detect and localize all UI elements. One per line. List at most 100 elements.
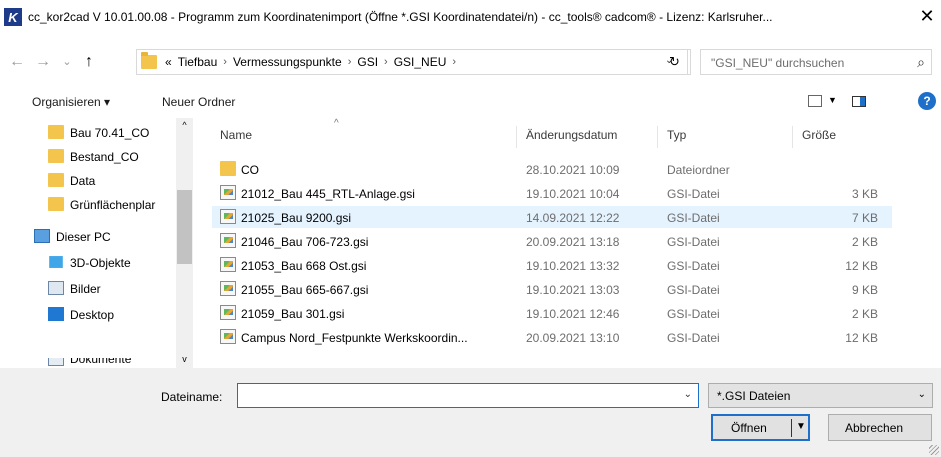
file-type: Dateiordner [667,163,730,177]
sidebar-item-dieser-pc[interactable]: Dieser PC [0,226,176,248]
documents-icon [48,358,64,366]
sidebar-item-gruenflaechenplan[interactable]: Grünflächenplar [0,194,176,216]
search-box[interactable]: "GSI_NEU" durchsuchen ⌕ [700,49,932,75]
open-options-arrow-icon[interactable]: ▼ [796,421,806,432]
column-divider[interactable] [516,126,517,148]
filetype-select[interactable]: *.GSI Dateien ⌄ [708,383,933,408]
preview-pane-icon[interactable] [852,96,866,107]
file-row-selected[interactable]: 21025_Bau 9200.gsi 14.09.2021 12:22 GSI-… [212,206,892,228]
file-type: GSI-Datei [667,187,720,201]
chevron-right-icon[interactable]: › [348,56,352,68]
app-icon: K [4,8,22,26]
filetype-value: *.GSI Dateien [717,389,791,403]
organize-button[interactable]: Organisieren ▾ [32,95,110,109]
file-date: 28.10.2021 10:09 [526,163,620,177]
cancel-button[interactable]: Abbrechen [828,414,932,441]
chevron-down-icon[interactable]: ▼ [828,95,837,105]
sidebar-item-label: Desktop [70,308,115,322]
file-date: 14.09.2021 12:22 [526,211,620,225]
filename-label: Dateiname: [161,390,223,404]
refresh-icon[interactable]: ↻ [662,49,688,75]
file-row[interactable]: 21012_Bau 445_RTL-Anlage.gsi 19.10.2021 … [212,182,892,204]
chevron-right-icon[interactable]: › [452,56,456,68]
scrollbar-thumb[interactable] [177,190,192,264]
forward-arrow-icon[interactable]: → [34,52,52,72]
filename-input[interactable]: ⌄ [237,383,699,408]
column-header-date[interactable]: Änderungsdatum [526,128,617,142]
navigation-pane: Bau 70.41_CO Bestand_CO Data Grünflächen… [0,118,192,368]
sidebar-item-desktop[interactable]: Desktop [0,304,176,326]
sort-ascending-icon: ^ [334,118,339,129]
sidebar-item-dokumente[interactable]: Dokumente [0,358,176,368]
file-row-co[interactable]: CO 28.10.2021 10:09 Dateiordner [212,158,892,180]
file-date: 20.09.2021 13:10 [526,331,620,345]
file-size: 2 KB [851,235,878,249]
file-name: 21046_Bau 706-723.gsi [241,235,369,249]
gsi-file-icon [220,233,236,248]
file-date: 19.10.2021 10:04 [526,187,620,201]
view-options-icon[interactable] [808,95,822,107]
breadcrumb-gsi[interactable]: GSI [357,55,378,69]
title-bar: K cc_kor2cad V 10.01.00.08 - Programm zu… [0,0,941,34]
sidebar-item-3d-objekte[interactable]: 3D-Objekte [0,252,176,274]
cube-icon [49,256,63,268]
chevron-down-icon[interactable]: ⌄ [918,389,926,400]
pictures-icon [48,281,64,295]
gsi-file-icon [220,329,236,344]
folder-icon [141,52,157,69]
file-size: 2 KB [851,307,878,321]
navigation-pane-scrollbar[interactable]: ^ v [176,118,193,368]
chevron-right-icon[interactable]: › [384,56,388,68]
file-size: 3 KB [851,187,878,201]
sidebar-item-label: 3D-Objekte [70,256,131,270]
column-header-size[interactable]: Größe [802,128,836,142]
sidebar-item-bau-70-41-co[interactable]: Bau 70.41_CO [0,122,176,144]
sidebar-item-label: Bilder [70,282,101,296]
new-folder-button[interactable]: Neuer Ordner [162,95,235,109]
file-name: 21025_Bau 9200.gsi [241,211,352,225]
pc-icon [34,229,50,243]
search-input[interactable]: "GSI_NEU" durchsuchen [711,56,844,70]
command-bar: Organisieren ▾ Neuer Ordner ▼ ? [0,88,941,118]
recent-locations-chevron-icon[interactable]: ⌄ [58,52,76,72]
help-icon[interactable]: ? [918,92,936,110]
file-name: CO [241,163,259,177]
file-name: 21053_Bau 668 Ost.gsi [241,259,367,273]
resize-grip-icon[interactable] [929,445,939,455]
sidebar-item-bestand-co[interactable]: Bestand_CO [0,146,176,168]
file-row[interactable]: Campus Nord_Festpunkte Werkskoordin... 2… [212,326,892,348]
breadcrumb: « Tiefbau › Vermessungspunkte › GSI › GS… [165,55,456,69]
gsi-file-icon [220,281,236,296]
file-name: Campus Nord_Festpunkte Werkskoordin... [241,331,468,345]
file-row[interactable]: 21046_Bau 706-723.gsi 20.09.2021 13:18 G… [212,230,892,252]
sidebar-item-label: Data [70,174,96,188]
file-type: GSI-Datei [667,259,720,273]
up-arrow-icon[interactable]: ↑ [80,52,98,72]
breadcrumb-gsi-neu[interactable]: GSI_NEU [394,55,447,69]
column-header-name[interactable]: Name [220,128,252,142]
sidebar-item-data[interactable]: Data [0,170,176,192]
search-icon[interactable]: ⌕ [917,54,925,71]
open-button[interactable]: Öffnen ▼ [711,414,810,441]
folder-icon [48,149,64,163]
chevron-down-icon[interactable]: v [176,354,193,364]
file-row[interactable]: 21059_Bau 301.gsi 19.10.2021 12:46 GSI-D… [212,302,892,324]
column-divider[interactable] [657,126,658,148]
column-divider[interactable] [792,126,793,148]
chevron-down-icon[interactable]: ⌄ [684,389,692,400]
breadcrumb-overflow[interactable]: « [165,55,172,69]
file-date: 19.10.2021 13:32 [526,259,620,273]
column-header-type[interactable]: Typ [667,128,686,142]
breadcrumb-vermessungspunkte[interactable]: Vermessungspunkte [233,55,342,69]
breadcrumb-tiefbau[interactable]: Tiefbau [178,55,218,69]
file-row[interactable]: 21053_Bau 668 Ost.gsi 19.10.2021 13:32 G… [212,254,892,276]
chevron-right-icon[interactable]: › [223,56,227,68]
sidebar-item-bilder[interactable]: Bilder [0,278,176,300]
file-row[interactable]: 21055_Bau 665-667.gsi 19.10.2021 13:03 G… [212,278,892,300]
desktop-icon [48,307,64,321]
address-bar[interactable]: « Tiefbau › Vermessungspunkte › GSI › GS… [136,49,691,75]
chevron-up-icon[interactable]: ^ [176,120,193,130]
back-arrow-icon[interactable]: ← [8,52,26,72]
file-name: 21055_Bau 665-667.gsi [241,283,369,297]
close-icon[interactable]: ✕ [917,6,937,26]
